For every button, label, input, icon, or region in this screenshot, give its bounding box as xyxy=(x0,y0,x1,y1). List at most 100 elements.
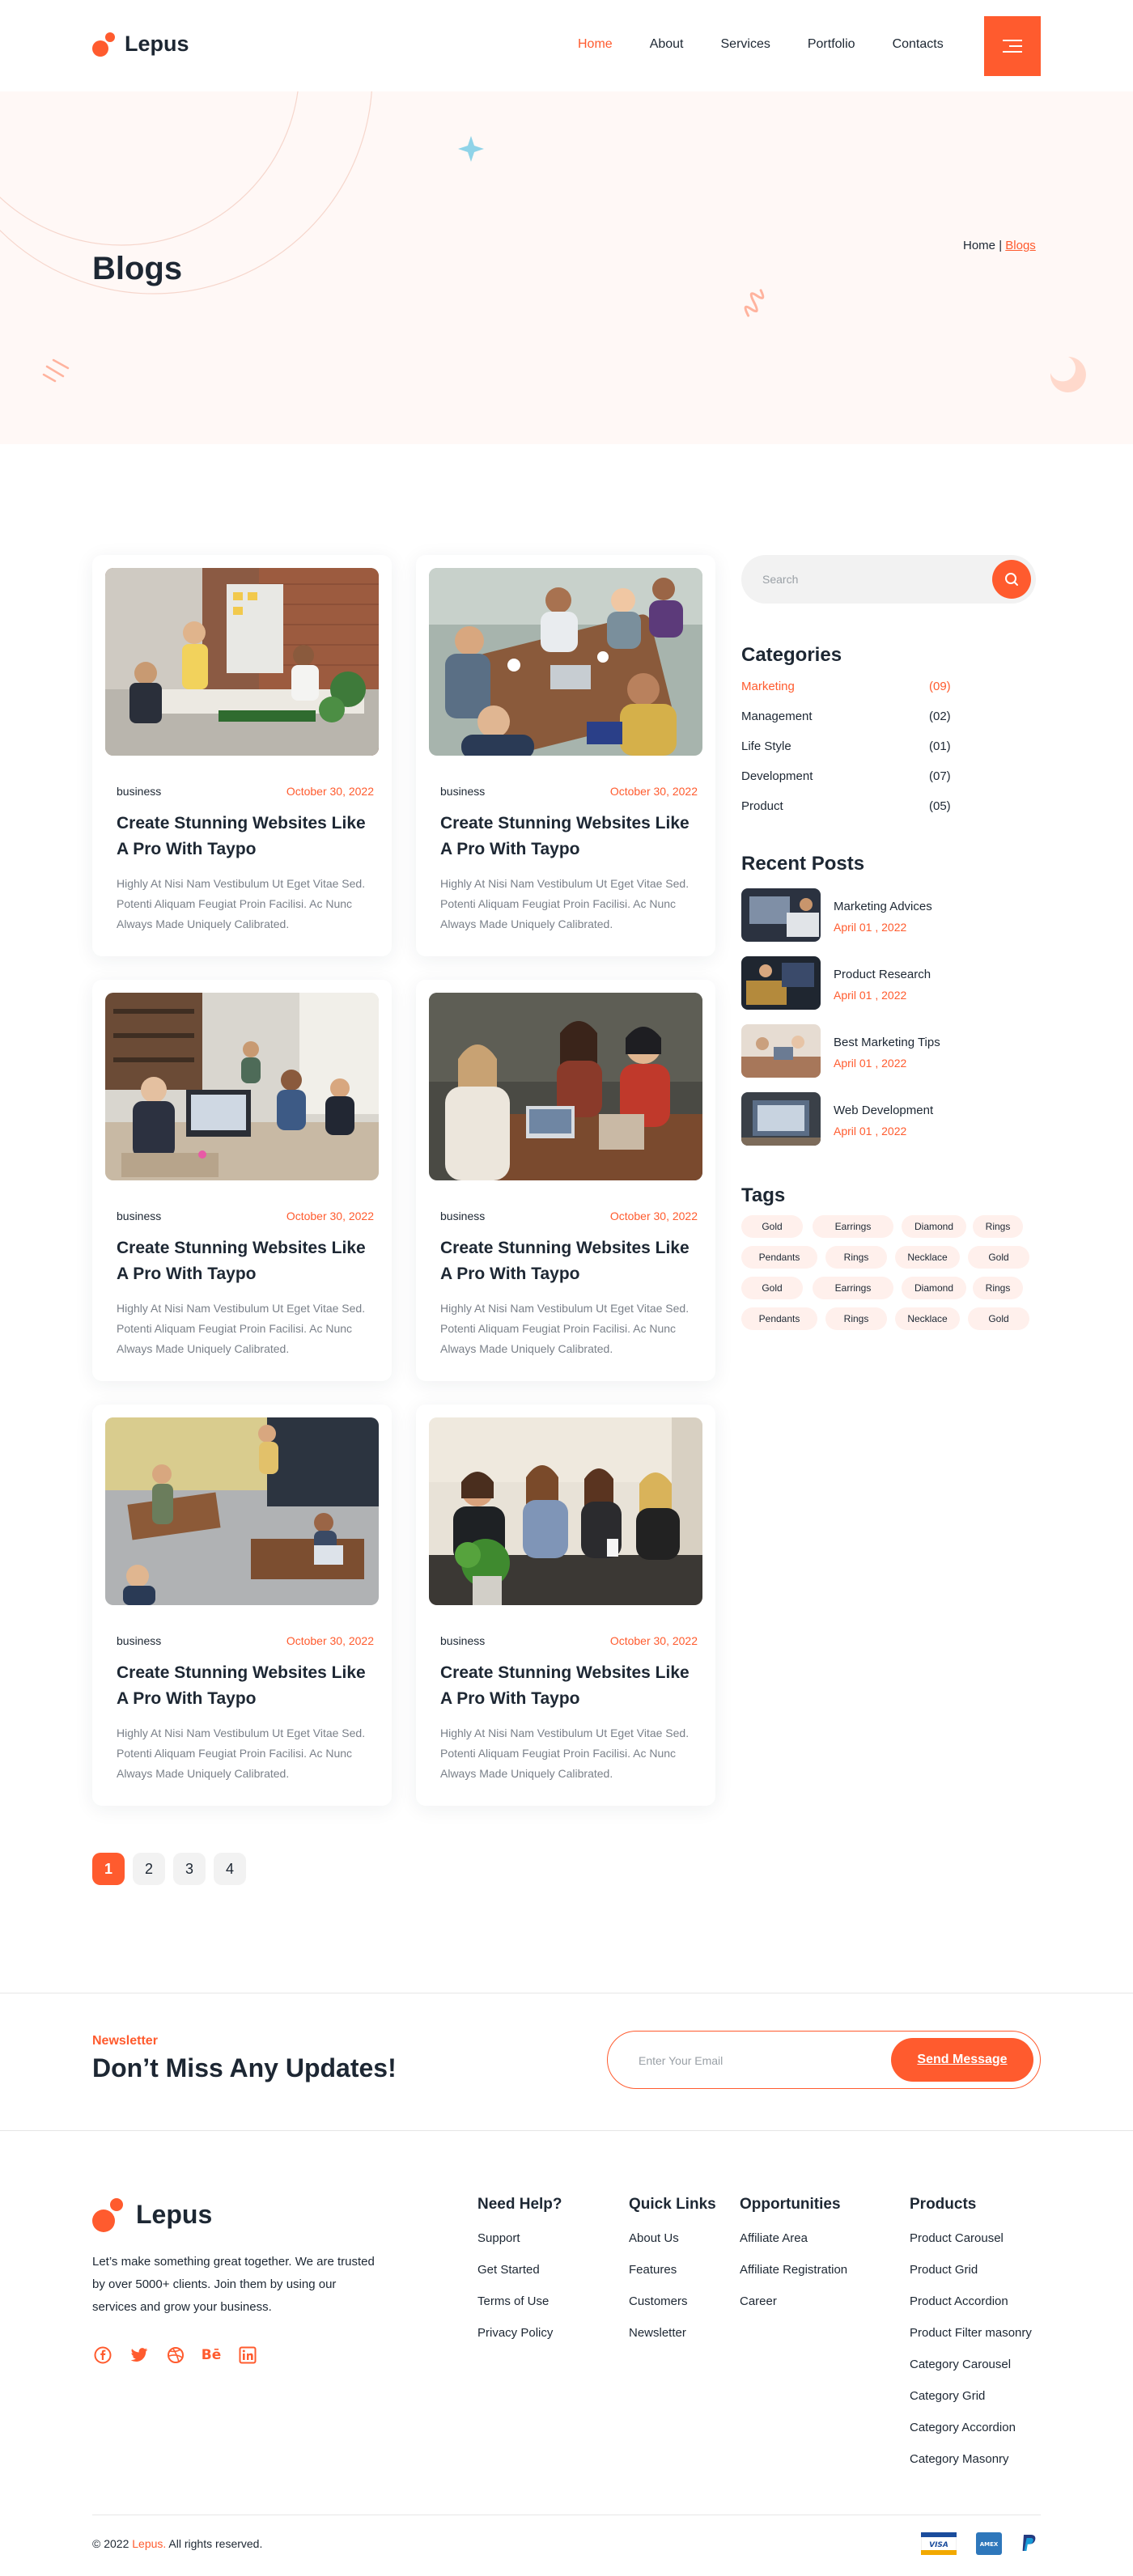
category-item-marketing[interactable]: Marketing (09) xyxy=(741,680,952,693)
blog-card[interactable]: business October 30, 2022 Create Stunnin… xyxy=(92,980,392,1381)
category-label: Life Style xyxy=(741,739,791,753)
footer-logo[interactable]: Lepus xyxy=(92,2197,212,2232)
post-title[interactable]: Create Stunning Websites Like A Pro With… xyxy=(117,1660,376,1712)
section-divider xyxy=(0,2130,1133,2131)
footer-link-category-grid[interactable]: Category Grid xyxy=(910,2389,985,2403)
email-field[interactable] xyxy=(639,2051,865,2070)
nav-services[interactable]: Services xyxy=(721,37,770,52)
recent-post-item[interactable]: Marketing Advices April 01 , 2022 xyxy=(741,888,1041,942)
footer-link-category-carousel[interactable]: Category Carousel xyxy=(910,2358,1011,2371)
tag-rings[interactable]: Rings xyxy=(825,1246,887,1269)
logo[interactable]: Lepus xyxy=(92,31,189,57)
post-image-workspace-overhead[interactable] xyxy=(105,1417,379,1605)
post-category[interactable]: business xyxy=(440,1634,485,1647)
page-button-3[interactable]: 3 xyxy=(173,1853,206,1885)
footer-link-features[interactable]: Features xyxy=(629,2263,677,2277)
logo-icon xyxy=(92,31,118,57)
twitter-icon[interactable] xyxy=(129,2345,150,2366)
footer-link-career[interactable]: Career xyxy=(740,2294,777,2308)
breadcrumb-home[interactable]: Home xyxy=(963,239,995,252)
search-button[interactable] xyxy=(992,560,1031,599)
tag-diamond[interactable]: Diamond xyxy=(902,1277,966,1299)
category-item-management[interactable]: Management (02) xyxy=(741,710,952,723)
nav-about[interactable]: About xyxy=(650,37,684,52)
tag-pendants[interactable]: Pendants xyxy=(741,1246,817,1269)
copyright-brand-link[interactable]: Lepus. xyxy=(132,2537,166,2550)
nav-contacts[interactable]: Contacts xyxy=(893,37,944,52)
nav-home[interactable]: Home xyxy=(578,37,613,52)
post-category[interactable]: business xyxy=(440,1210,485,1222)
post-title[interactable]: Create Stunning Websites Like A Pro With… xyxy=(440,1660,699,1712)
footer-link-category-accordion[interactable]: Category Accordion xyxy=(910,2421,1016,2434)
tag-rings[interactable]: Rings xyxy=(825,1307,887,1330)
recent-post-item[interactable]: Web Development April 01 , 2022 xyxy=(741,1092,1041,1146)
footer-link-product-accordion[interactable]: Product Accordion xyxy=(910,2294,1008,2308)
tag-rings[interactable]: Rings xyxy=(973,1215,1023,1238)
post-image-women-discussion[interactable] xyxy=(429,1417,702,1605)
recent-post-item[interactable]: Best Marketing Tips April 01 , 2022 xyxy=(741,1024,1041,1078)
tag-rings[interactable]: Rings xyxy=(973,1277,1023,1299)
post-title[interactable]: Create Stunning Websites Like A Pro With… xyxy=(440,1235,699,1287)
tag-gold[interactable]: Gold xyxy=(741,1277,803,1299)
footer-link-privacy[interactable]: Privacy Policy xyxy=(477,2326,553,2340)
tag-necklace[interactable]: Necklace xyxy=(895,1246,960,1269)
tag-gold[interactable]: Gold xyxy=(741,1215,803,1238)
tag-pendants[interactable]: Pendants xyxy=(741,1307,817,1330)
footer-link-affiliate-area[interactable]: Affiliate Area xyxy=(740,2231,808,2245)
recent-post-item[interactable]: Product Research April 01 , 2022 xyxy=(741,956,1041,1010)
category-label: Marketing xyxy=(741,680,795,693)
footer-link-product-filter-masonry[interactable]: Product Filter masonry xyxy=(910,2326,1032,2340)
visa-icon: VISA xyxy=(921,2532,957,2555)
page-button-4[interactable]: 4 xyxy=(214,1853,246,1885)
tag-earrings[interactable]: Earrings xyxy=(813,1277,893,1299)
blog-card[interactable]: business October 30, 2022 Create Stunnin… xyxy=(416,555,715,956)
footer-link-product-grid[interactable]: Product Grid xyxy=(910,2263,978,2277)
post-category[interactable]: business xyxy=(117,1210,161,1222)
category-item-product[interactable]: Product (05) xyxy=(741,799,952,813)
post-title[interactable]: Create Stunning Websites Like A Pro With… xyxy=(117,811,376,862)
nav-portfolio[interactable]: Portfolio xyxy=(808,37,855,52)
footer-link-newsletter[interactable]: Newsletter xyxy=(629,2326,686,2340)
tag-gold[interactable]: Gold xyxy=(968,1246,1029,1269)
footer-link-affiliate-registration[interactable]: Affiliate Registration xyxy=(740,2263,847,2277)
post-category[interactable]: business xyxy=(117,785,161,798)
send-message-button[interactable]: Send Message xyxy=(891,2038,1033,2082)
footer-link-support[interactable]: Support xyxy=(477,2231,520,2245)
newsletter-form: Send Message xyxy=(607,2031,1041,2089)
tag-diamond[interactable]: Diamond xyxy=(902,1215,966,1238)
post-category[interactable]: business xyxy=(117,1634,161,1647)
tag-gold[interactable]: Gold xyxy=(968,1307,1029,1330)
post-date: October 30, 2022 xyxy=(286,785,374,798)
footer-link-product-carousel[interactable]: Product Carousel xyxy=(910,2231,1004,2245)
post-category[interactable]: business xyxy=(440,785,485,798)
behance-icon[interactable]: Bē xyxy=(201,2345,222,2366)
footer-link-about-us[interactable]: About Us xyxy=(629,2231,679,2245)
blog-card[interactable]: business October 30, 2022 Create Stunnin… xyxy=(416,1405,715,1806)
blog-card[interactable]: business October 30, 2022 Create Stunnin… xyxy=(416,980,715,1381)
blog-card[interactable]: business October 30, 2022 Create Stunnin… xyxy=(92,1405,392,1806)
category-item-development[interactable]: Development (07) xyxy=(741,769,952,783)
post-title[interactable]: Create Stunning Websites Like A Pro With… xyxy=(440,811,699,862)
recent-post-thumbnail xyxy=(741,1024,821,1078)
post-image-office-presentation[interactable] xyxy=(105,568,379,756)
linkedin-icon[interactable] xyxy=(237,2345,258,2366)
tag-necklace[interactable]: Necklace xyxy=(895,1307,960,1330)
facebook-icon[interactable] xyxy=(92,2345,113,2366)
menu-toggle-button[interactable] xyxy=(984,16,1041,76)
page-button-1[interactable]: 1 xyxy=(92,1853,125,1885)
post-image-team-meeting[interactable] xyxy=(429,568,702,756)
footer-link-customers[interactable]: Customers xyxy=(629,2294,688,2308)
footer-link-terms[interactable]: Terms of Use xyxy=(477,2294,549,2308)
search-input[interactable] xyxy=(762,570,973,589)
footer-column-heading: Products xyxy=(910,2196,977,2213)
footer-link-category-masonry[interactable]: Category Masonry xyxy=(910,2452,1009,2466)
tag-earrings[interactable]: Earrings xyxy=(813,1215,893,1238)
page-button-2[interactable]: 2 xyxy=(133,1853,165,1885)
post-title[interactable]: Create Stunning Websites Like A Pro With… xyxy=(117,1235,376,1287)
post-image-laughing-colleagues[interactable] xyxy=(429,993,702,1180)
category-item-life-style[interactable]: Life Style (01) xyxy=(741,739,952,753)
post-image-open-office[interactable] xyxy=(105,993,379,1180)
blog-card[interactable]: business October 30, 2022 Create Stunnin… xyxy=(92,555,392,956)
footer-link-get-started[interactable]: Get Started xyxy=(477,2263,540,2277)
dribbble-icon[interactable] xyxy=(165,2345,186,2366)
